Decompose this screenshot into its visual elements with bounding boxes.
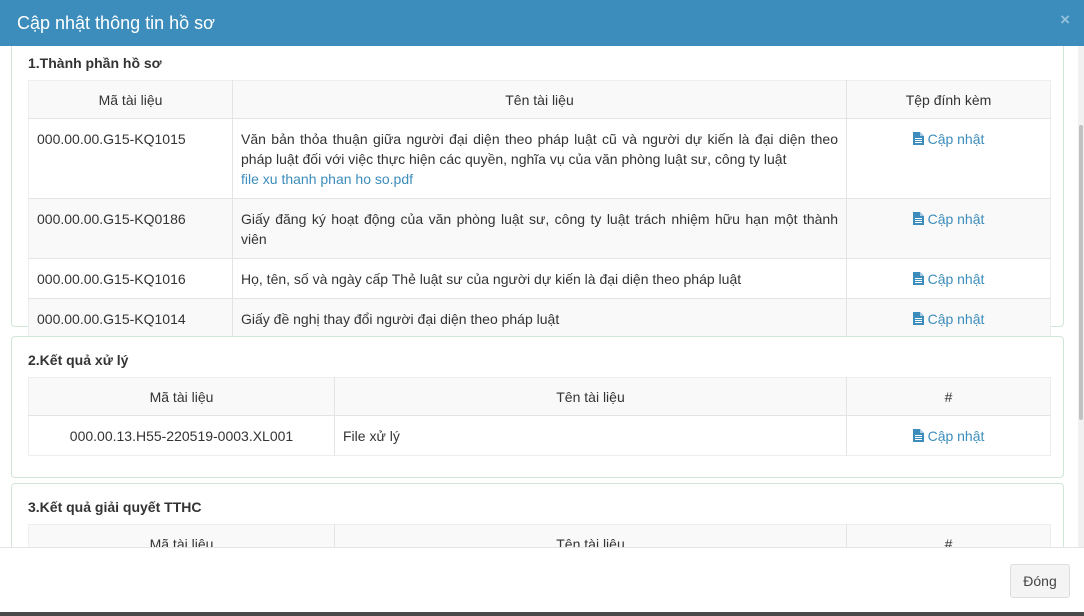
final-result-table: Mã tài liệu Tên tài liệu # [28,524,1051,547]
update-attachment-link[interactable]: Cập nhật [912,311,985,327]
doc-code: 000.00.13.H55-220519-0003.XL001 [28,415,335,456]
close-icon[interactable]: × [1060,11,1070,29]
update-label: Cập nhật [927,271,985,287]
documents-table: Mã tài liệu Tên tài liệu Tệp đính kèm 00… [28,80,1051,339]
update-attachment-link[interactable]: Cập nhật [912,211,985,227]
attachment-cell: Cập nhật [846,118,1051,199]
table-row: 000.00.00.G15-KQ1015 Văn bản thỏa thuận … [28,118,1051,199]
attachment-cell: Cập nhật [846,415,1051,456]
doc-name: Giấy đề nghị thay đổi người đại diện the… [232,298,847,339]
col-header-attachment: Tệp đính kèm [846,80,1051,119]
modal-footer: Đóng [0,547,1084,612]
section-processing-result-title: 2.Kết quả xử lý [28,352,129,368]
update-attachment-link[interactable]: Cập nhật [912,271,985,287]
update-label: Cập nhật [927,131,985,147]
col-header-name: Tên tài liệu [334,377,847,416]
file-text-icon [912,272,924,285]
section-processing-result-panel: 2.Kết quả xử lý Mã tài liệu Tên tài liệu… [11,336,1064,478]
update-attachment-link[interactable]: Cập nhật [912,131,985,147]
close-button[interactable]: Đóng [1010,564,1070,598]
attachment-cell: Cập nhật [846,198,1051,259]
doc-name: File xử lý [334,415,847,456]
table-row: 000.00.00.G15-KQ0186 Giấy đăng ký hoạt đ… [28,198,1051,259]
file-text-icon [912,312,924,325]
scrollbar-thumb[interactable] [1079,125,1083,420]
table-row: 000.00.13.H55-220519-0003.XL001 File xử … [28,415,1051,456]
col-header-name: Tên tài liệu [232,80,847,119]
doc-name: Giấy đăng ký hoạt động của văn phòng luậ… [232,198,847,259]
col-header-code: Mã tài liệu [28,80,233,119]
modal-header: Cập nhật thông tin hồ sơ × [0,0,1084,46]
doc-name-cell: Văn bản thỏa thuận giữa người đại diện t… [232,118,847,199]
file-text-icon [912,429,924,442]
doc-code: 000.00.00.G15-KQ1016 [28,258,233,299]
backdrop-strip [0,612,1084,616]
update-label: Cập nhật [927,311,985,327]
col-header-actions: # [846,524,1051,547]
doc-code: 000.00.00.G15-KQ1015 [28,118,233,199]
doc-name: Văn bản thỏa thuận giữa người đại diện t… [241,131,838,167]
update-label: Cập nhật [927,211,985,227]
section-final-result-panel: 3.Kết quả giải quyết TTHC Mã tài liệu Tê… [11,483,1064,547]
processing-result-table: Mã tài liệu Tên tài liệu # 000.00.13.H55… [28,377,1051,456]
col-header-code: Mã tài liệu [28,377,335,416]
table-row: 000.00.00.G15-KQ1016 Họ, tên, số và ngày… [28,258,1051,299]
file-text-icon [912,212,924,225]
file-text-icon [912,132,924,145]
section-documents-title: 1.Thành phần hồ sơ [28,55,162,71]
doc-name: Họ, tên, số và ngày cấp Thẻ luật sư của … [232,258,847,299]
modal-title: Cập nhật thông tin hồ sơ [17,13,215,33]
attachment-cell: Cập nhật [846,258,1051,299]
doc-code: 000.00.00.G15-KQ0186 [28,198,233,259]
attachment-cell: Cập nhật [846,298,1051,339]
update-label: Cập nhật [927,428,985,444]
doc-code: 000.00.00.G15-KQ1014 [28,298,233,339]
section-documents-panel: 1.Thành phần hồ sơ Mã tài liệu Tên tài l… [11,46,1064,339]
section-final-result-title: 3.Kết quả giải quyết TTHC [28,499,202,515]
update-profile-modal: Cập nhật thông tin hồ sơ × 1.Thành phần … [0,0,1084,612]
modal-body[interactable]: 1.Thành phần hồ sơ Mã tài liệu Tên tài l… [0,46,1084,547]
col-header-actions: # [846,377,1051,416]
col-header-code: Mã tài liệu [28,524,335,547]
col-header-name: Tên tài liệu [334,524,847,547]
update-attachment-link[interactable]: Cập nhật [912,428,985,444]
table-row: 000.00.00.G15-KQ1014 Giấy đề nghị thay đ… [28,298,1051,339]
attachment-file-link[interactable]: file xu thanh phan ho so.pdf [241,169,838,189]
